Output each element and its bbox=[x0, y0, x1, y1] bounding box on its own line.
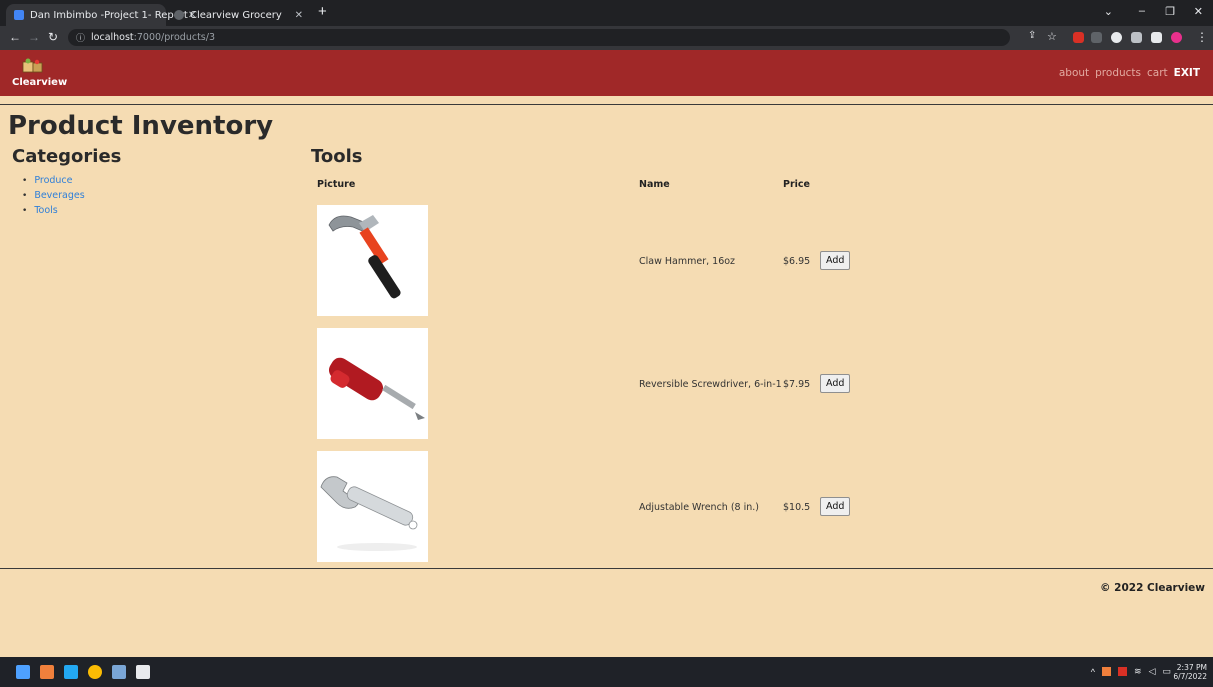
new-tab-button[interactable]: + bbox=[318, 3, 327, 20]
column-header-price: Price bbox=[783, 179, 810, 190]
wrench-icon bbox=[317, 451, 428, 562]
tab-title: Dan Imbimbo -Project 1- Report bbox=[30, 9, 188, 21]
footer-divider bbox=[0, 568, 1213, 569]
clock-date: 6/7/2022 bbox=[1173, 672, 1207, 681]
profile-avatar[interactable] bbox=[1171, 32, 1182, 43]
tab-title: Clearview Grocery bbox=[190, 9, 282, 21]
nav-exit[interactable]: EXIT bbox=[1174, 67, 1200, 79]
ublock-extension-icon[interactable] bbox=[1073, 32, 1084, 43]
categories-heading: Categories bbox=[12, 146, 122, 167]
close-icon[interactable]: ✕ bbox=[295, 10, 303, 21]
extension-icon[interactable] bbox=[1111, 32, 1122, 43]
top-nav: about products cart EXIT bbox=[1059, 67, 1200, 79]
os-taskbar: ^ ≋ ◁ ▭ 2:37 PM 6/7/2022 bbox=[0, 657, 1213, 687]
system-tray: ^ ≋ ◁ ▭ bbox=[1091, 666, 1171, 677]
forward-button[interactable]: → bbox=[28, 30, 40, 44]
info-icon[interactable]: ⓘ bbox=[76, 31, 85, 44]
browser-toolbar: ← → ↻ ⓘ localhost:7000/products/3 ⇪ ☆ ⋮ bbox=[0, 26, 1213, 50]
screwdriver-icon bbox=[317, 328, 428, 439]
column-header-name: Name bbox=[639, 179, 670, 190]
puzzle-extensions-icon[interactable] bbox=[1131, 32, 1142, 43]
product-name: Adjustable Wrench (8 in.) bbox=[639, 502, 760, 513]
chevron-up-icon[interactable]: ^ bbox=[1091, 667, 1095, 677]
volume-icon[interactable]: ◁ bbox=[1149, 666, 1156, 677]
list-item: Beverages bbox=[22, 188, 84, 203]
product-price: $7.95 bbox=[783, 379, 811, 390]
grocery-bag-icon bbox=[22, 58, 43, 73]
extension-icon[interactable] bbox=[1091, 32, 1102, 43]
nav-cart[interactable]: cart bbox=[1147, 67, 1168, 79]
brand-name: Clearview bbox=[12, 77, 68, 88]
tab-clearview-grocery[interactable]: Clearview Grocery ✕ bbox=[166, 4, 311, 26]
share-icon[interactable]: ⇪ bbox=[1028, 30, 1036, 41]
close-window-button[interactable]: ✕ bbox=[1194, 5, 1203, 18]
product-name: Claw Hammer, 16oz bbox=[639, 256, 736, 267]
globe-icon bbox=[174, 10, 184, 20]
add-to-cart-button[interactable]: Add bbox=[820, 251, 851, 270]
minimize-button[interactable]: – bbox=[1139, 5, 1145, 17]
windows-start-icon[interactable] bbox=[16, 665, 30, 679]
system-clock[interactable]: 2:37 PM 6/7/2022 bbox=[1173, 663, 1207, 681]
battery-icon[interactable]: ▭ bbox=[1162, 666, 1171, 677]
nav-about[interactable]: about bbox=[1059, 67, 1089, 79]
product-price: $10.5 bbox=[783, 502, 811, 513]
page-title: Product Inventory bbox=[8, 111, 274, 141]
vscode-icon[interactable] bbox=[64, 665, 78, 679]
footer-copyright: © 2022 Clearview bbox=[1100, 582, 1205, 594]
section-title: Tools bbox=[311, 146, 363, 167]
xampp-icon[interactable] bbox=[40, 665, 54, 679]
table-row: Claw Hammer, 16oz $6.95 Add bbox=[0, 205, 1213, 317]
reload-button[interactable]: ↻ bbox=[48, 30, 58, 44]
hammer-icon bbox=[317, 205, 428, 316]
tab-project-report[interactable]: Dan Imbimbo -Project 1- Report ✕ bbox=[6, 4, 196, 26]
docs-icon bbox=[14, 10, 24, 20]
chevron-down-icon[interactable]: ⌄ bbox=[1104, 5, 1113, 18]
restore-button[interactable]: ❐ bbox=[1165, 5, 1175, 18]
list-item: Produce bbox=[22, 173, 85, 188]
product-image-hammer bbox=[317, 205, 428, 316]
bookmark-star-icon[interactable]: ☆ bbox=[1047, 30, 1057, 43]
column-header-picture: Picture bbox=[317, 179, 356, 190]
product-image-wrench bbox=[317, 451, 428, 562]
url-host: localhost bbox=[91, 32, 134, 43]
app-icon[interactable] bbox=[112, 665, 126, 679]
category-link-produce[interactable]: Produce bbox=[34, 175, 72, 186]
product-price: $6.95 bbox=[783, 256, 811, 267]
site-header: Clearview about products cart EXIT bbox=[0, 50, 1213, 96]
app-icon[interactable] bbox=[136, 665, 150, 679]
url-path: :7000/products/3 bbox=[133, 32, 215, 43]
tray-app-icon[interactable] bbox=[1118, 667, 1128, 676]
tray-app-icon[interactable] bbox=[1102, 667, 1112, 676]
table-row: Adjustable Wrench (8 in.) $10.5 Add bbox=[0, 451, 1213, 563]
table-row: Reversible Screwdriver, 6-in-1 $7.95 Add bbox=[0, 328, 1213, 440]
address-bar[interactable]: ⓘ localhost:7000/products/3 bbox=[68, 29, 1010, 46]
wifi-icon[interactable]: ≋ bbox=[1134, 666, 1142, 677]
clock-time: 2:37 PM bbox=[1176, 663, 1207, 672]
back-button[interactable]: ← bbox=[9, 30, 21, 44]
nav-products[interactable]: products bbox=[1095, 67, 1141, 79]
add-to-cart-button[interactable]: Add bbox=[820, 497, 851, 516]
add-to-cart-button[interactable]: Add bbox=[820, 374, 851, 393]
product-image-screwdriver bbox=[317, 328, 428, 439]
chrome-icon[interactable] bbox=[88, 665, 102, 679]
category-link-beverages[interactable]: Beverages bbox=[34, 190, 84, 201]
product-name: Reversible Screwdriver, 6-in-1 bbox=[639, 379, 782, 390]
browser-tabbar: Dan Imbimbo -Project 1- Report ✕ Clearvi… bbox=[0, 0, 1213, 26]
sidepanel-icon[interactable] bbox=[1151, 32, 1162, 43]
brand-logo[interactable]: Clearview bbox=[12, 58, 67, 90]
header-divider bbox=[0, 104, 1213, 105]
menu-icon[interactable]: ⋮ bbox=[1196, 30, 1208, 44]
